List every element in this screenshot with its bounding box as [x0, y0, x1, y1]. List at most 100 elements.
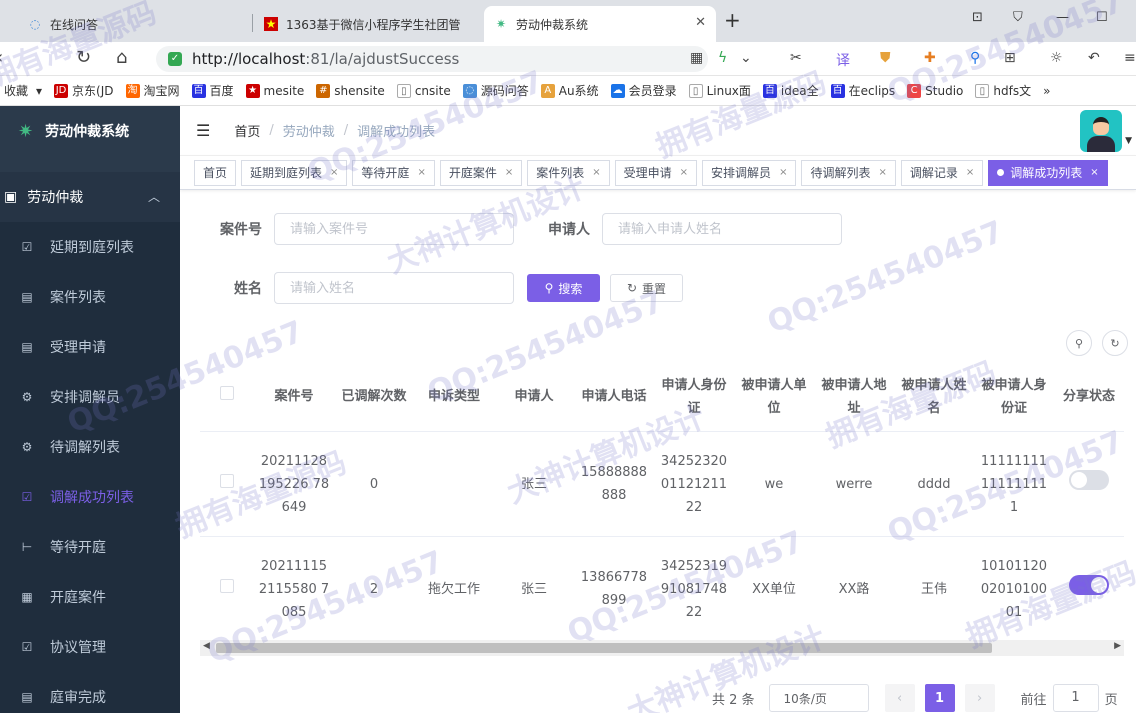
bookmark-item[interactable]: ▯ hdfs文	[975, 82, 1031, 99]
tag-home[interactable]: 首页	[194, 159, 237, 186]
close-icon[interactable]: ×	[1090, 167, 1098, 178]
chevron-down-icon[interactable]: ⌄	[740, 50, 752, 66]
applicant-input[interactable]	[602, 213, 842, 245]
share-switch[interactable]	[1069, 470, 1109, 490]
sidebar-item-assign-mediator[interactable]: ⚙ 安排调解员	[0, 372, 180, 422]
scrollbar-thumb[interactable]	[216, 643, 992, 653]
bookmark-item[interactable]: # shensite	[316, 83, 385, 98]
bookmark-item[interactable]: ☁ 会员登录	[610, 82, 677, 99]
scissors-icon[interactable]: ✂	[790, 50, 802, 66]
sidebar-group-labor-arbitration[interactable]: ▣ 劳动仲裁 ︿	[0, 172, 180, 222]
close-icon[interactable]: ✕	[695, 15, 706, 30]
sidebar-item-postponed[interactable]: ☑ 延期到庭列表	[0, 222, 180, 272]
close-icon[interactable]: ×	[779, 167, 787, 178]
shield-icon[interactable]: ⛊	[880, 50, 891, 66]
sidebar-item-trial-complete[interactable]: ▤ 庭审完成	[0, 672, 180, 713]
home-icon[interactable]: ⌂	[116, 47, 127, 68]
sidebar-item-cases[interactable]: ▤ 案件列表	[0, 272, 180, 322]
bolt-icon[interactable]: ϟ	[718, 50, 727, 66]
row-checkbox[interactable]	[220, 473, 234, 488]
new-tab-icon[interactable]: +	[724, 8, 741, 32]
bookmark-item[interactable]: ▯ Linux面	[688, 82, 751, 99]
scroll-left-icon[interactable]: ◀	[203, 641, 210, 651]
prev-page-button[interactable]: ‹	[884, 684, 915, 712]
bookmark-item[interactable]: A Au系统	[540, 82, 599, 99]
tag-postponed[interactable]: 延期到庭列表 ×	[241, 159, 348, 186]
goto-page-input[interactable]: 1	[1052, 684, 1099, 712]
case-number-input[interactable]	[274, 213, 514, 245]
tab-count-icon[interactable]: ⊡	[972, 10, 983, 25]
translate-icon[interactable]: 译	[836, 50, 850, 70]
sidebar-item-trial-cases[interactable]: ▦ 开庭案件	[0, 572, 180, 622]
close-icon[interactable]: ×	[330, 167, 338, 178]
name-input[interactable]	[274, 272, 514, 304]
qr-icon[interactable]: ▦	[690, 50, 703, 66]
reload-icon[interactable]: ↻	[76, 47, 91, 68]
brightness-icon[interactable]: ☼	[1050, 50, 1063, 66]
browser-tab[interactable]: ★ 1363基于微信小程序学生社团管	[254, 6, 482, 42]
bookmark-item[interactable]: ▯ cnsite	[396, 83, 451, 98]
hamburger-icon[interactable]: ☰	[196, 121, 210, 140]
close-icon[interactable]: ×	[505, 167, 513, 178]
browser-tab-active[interactable]: ✷ 劳动仲裁系统 ✕	[484, 6, 716, 42]
share-switch[interactable]	[1069, 575, 1109, 595]
bookmark-item[interactable]: 淘淘宝网	[125, 82, 180, 99]
sidebar-item-applications[interactable]: ▤ 受理申请	[0, 322, 180, 372]
reset-button[interactable]: ↻ 重置	[610, 274, 683, 302]
sidebar-item-agreements[interactable]: ☑ 协议管理	[0, 622, 180, 672]
close-icon[interactable]: ×	[592, 167, 600, 178]
bookmark-item[interactable]: ★ mesite	[245, 83, 304, 98]
refresh-icon[interactable]: ↻	[1102, 330, 1128, 356]
page-size-select[interactable]: 10条/页	[768, 684, 869, 712]
tag-assign-mediator[interactable]: 安排调解员 ×	[702, 159, 797, 186]
search-button[interactable]: ⚲ 搜索	[527, 274, 600, 302]
next-page-button[interactable]: ›	[964, 684, 995, 712]
page-number-current[interactable]: 1	[924, 684, 955, 712]
browser-tab[interactable]: ◌ 在线问答	[18, 6, 250, 42]
horizontal-scrollbar[interactable]: ◀ ▶	[200, 640, 1124, 656]
bookmark-item[interactable]: 百百度	[191, 82, 234, 99]
search-icon[interactable]: ⚲	[970, 50, 980, 66]
sidebar-item-pending-mediation[interactable]: ⚙ 待调解列表	[0, 422, 180, 472]
row-checkbox[interactable]	[220, 578, 234, 593]
tag-mediation-success[interactable]: 调解成功列表 ×	[988, 159, 1108, 186]
bookmark-item[interactable]: C Studio	[907, 83, 963, 98]
sidebar-item-mediation-success[interactable]: ☑ 调解成功列表	[0, 472, 180, 522]
minimize-icon[interactable]: —	[1056, 10, 1069, 25]
sidebar-item-awaiting-trial[interactable]: ⊢ 等待开庭	[0, 522, 180, 572]
close-icon[interactable]: ×	[966, 167, 974, 178]
tag-awaiting-trial[interactable]: 等待开庭 ×	[352, 159, 435, 186]
scroll-right-icon[interactable]: ▶	[1114, 641, 1121, 651]
breadcrumb-home[interactable]: 首页	[234, 121, 260, 140]
close-icon[interactable]: ×	[878, 167, 886, 178]
avatar[interactable]	[1080, 110, 1122, 152]
table-row[interactable]: 202111152115580 7085 2 拖欠工作 张三 138667788…	[200, 537, 1124, 642]
apps-icon[interactable]: ⊞	[1004, 50, 1016, 66]
url-bar[interactable]: ✓ http://localhost :81/la/ajdustSuccess	[156, 46, 708, 72]
maximize-icon[interactable]: ☐	[1096, 10, 1108, 25]
game-icon[interactable]: ✚	[924, 50, 936, 66]
bookmark-item[interactable]: JD 京东(JD	[54, 82, 114, 99]
tag-pending-mediation[interactable]: 待调解列表 ×	[801, 159, 896, 186]
undo-icon[interactable]: ↶	[1088, 50, 1100, 66]
main-content: ☰ 首页 / 劳动仲裁 / 调解成功列表 ▼ 首页 延期到庭列表 × 等待开庭 × …	[180, 106, 1136, 713]
bookmark-item[interactable]: 百在eclips	[830, 82, 895, 99]
tag-trial-cases[interactable]: 开庭案件 ×	[439, 159, 523, 186]
toggle-search-icon[interactable]: ⚲	[1066, 330, 1092, 356]
tag-applications[interactable]: 受理申请 ×	[614, 159, 698, 186]
shirt-icon[interactable]: ⛉	[1013, 10, 1023, 25]
bookmark-item[interactable]: 百 idea全	[762, 82, 819, 99]
close-icon[interactable]: ×	[417, 167, 425, 178]
back-icon[interactable]: ‹	[0, 47, 3, 68]
table-header: 案件号 已调解次数 申诉类型 申请人 申请人电话 申请人身份证 被申请人单位 被…	[200, 362, 1124, 432]
table-row[interactable]: 20211128195226 78649 0 张三 15888888888 34…	[200, 432, 1124, 537]
select-all-checkbox[interactable]	[220, 386, 234, 400]
caret-down-icon[interactable]: ▼	[1125, 136, 1132, 146]
tag-cases[interactable]: 案件列表 ×	[527, 159, 610, 186]
more-bookmarks-icon[interactable]: »	[1043, 84, 1050, 98]
tag-mediation-records[interactable]: 调解记录 ×	[900, 159, 984, 186]
menu-icon[interactable]: ≡	[1124, 50, 1136, 66]
bookmark-item[interactable]: ◌ 源码问答	[462, 82, 529, 99]
close-icon[interactable]: ×	[680, 167, 688, 178]
bookmark-item[interactable]: 收藏 ▾	[4, 82, 42, 99]
